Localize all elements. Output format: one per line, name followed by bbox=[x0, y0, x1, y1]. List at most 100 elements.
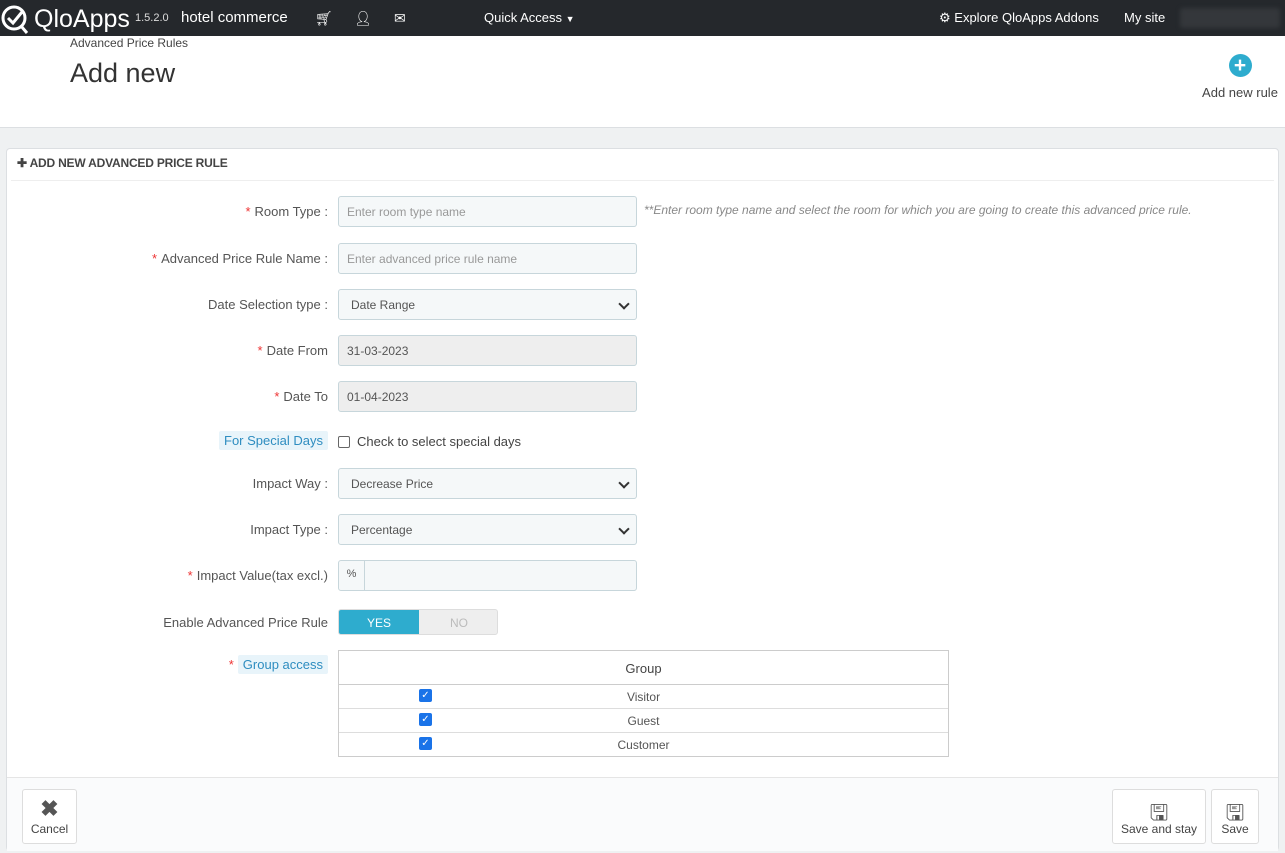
quick-access-label: Quick Access bbox=[484, 10, 563, 25]
special-days-label: For Special Days bbox=[219, 431, 328, 450]
enable-toggle[interactable]: YES NO bbox=[338, 609, 498, 635]
save-button[interactable]: 🖫 Save bbox=[1211, 789, 1259, 844]
plus-icon: ✚ bbox=[17, 156, 27, 170]
group-name: Guest bbox=[627, 714, 660, 728]
impact-value-row: * Impact Value(tax excl.) % bbox=[7, 560, 1280, 591]
group-checkbox[interactable]: ✓ bbox=[419, 713, 432, 726]
table-row: ✓ Visitor bbox=[339, 685, 948, 709]
top-navbar: QloApps 1.5.2.0 hotel commerce 🛒︎ 👤︎ ✉︎ … bbox=[0, 0, 1285, 36]
user-icon[interactable]: 👤︎ bbox=[354, 10, 372, 27]
required-mark: * bbox=[152, 251, 158, 266]
add-new-rule-label: Add new rule bbox=[1202, 85, 1278, 100]
enable-row: Enable Advanced Price Rule YES NO bbox=[7, 609, 1280, 640]
date-to-label: * Date To bbox=[274, 389, 328, 404]
shop-name[interactable]: hotel commerce bbox=[181, 9, 288, 26]
panel-footer: ✖ Cancel 🖫 Save and stay 🖫 Save bbox=[7, 777, 1278, 851]
date-selection-label: Date Selection type : bbox=[208, 297, 328, 312]
group-column-header: Group bbox=[339, 651, 948, 685]
impact-way-label: Impact Way : bbox=[252, 476, 328, 491]
group-checkbox[interactable]: ✓ bbox=[419, 737, 432, 750]
date-selection-row: Date Selection type : Date Range bbox=[7, 289, 1280, 320]
required-mark: * bbox=[257, 343, 263, 358]
label-text: Group access bbox=[237, 655, 328, 674]
selected-value: Date Range bbox=[351, 298, 416, 312]
impact-way-row: Impact Way : Decrease Price bbox=[7, 468, 1280, 499]
add-new-rule-button[interactable]: + Add new rule bbox=[1200, 54, 1280, 100]
floppy-disk-icon: 🖫 bbox=[1149, 800, 1169, 825]
rule-name-row: * Advanced Price Rule Name : Enter advanc… bbox=[7, 243, 1280, 274]
rule-name-label: * Advanced Price Rule Name : bbox=[152, 251, 328, 266]
date-from-row: * Date From 31-03-2023 bbox=[7, 335, 1280, 366]
table-row: ✓ Customer bbox=[339, 733, 948, 757]
date-from-input[interactable]: 31-03-2023 bbox=[338, 335, 637, 366]
room-type-hint: **Enter room type name and select the ro… bbox=[644, 203, 1192, 217]
explore-addons-link[interactable]: ⚙ Explore QloApps Addons bbox=[939, 10, 1099, 26]
special-days-row: For Special Days Check to select special… bbox=[7, 428, 1280, 459]
breadcrumb[interactable]: Advanced Price Rules bbox=[70, 36, 188, 50]
label-text: Impact Value(tax excl.) bbox=[196, 568, 328, 583]
puzzle-icon: ⚙ bbox=[939, 10, 951, 25]
date-to-row: * Date To 01-04-2023 bbox=[7, 381, 1280, 412]
room-type-input[interactable]: Enter room type name bbox=[338, 196, 637, 227]
cancel-label: Cancel bbox=[30, 822, 69, 836]
group-name: Visitor bbox=[626, 690, 661, 704]
special-days-checkbox[interactable] bbox=[338, 436, 350, 448]
group-table: Group ✓ Visitor ✓ Guest ✓ Customer bbox=[338, 650, 949, 757]
date-to-input[interactable]: 01-04-2023 bbox=[338, 381, 637, 412]
required-mark: * bbox=[187, 568, 193, 583]
logo-check-icon bbox=[1, 5, 29, 34]
special-days-checkbox-label[interactable]: Check to select special days bbox=[357, 434, 521, 449]
required-mark: * bbox=[274, 389, 280, 404]
percent-addon: % bbox=[339, 561, 365, 590]
floppy-disk-icon: 🖫 bbox=[1225, 800, 1245, 825]
table-row: ✓ Guest bbox=[339, 709, 948, 733]
impact-way-select[interactable]: Decrease Price bbox=[338, 468, 637, 499]
panel-title: ADD NEW ADVANCED PRICE RULE bbox=[29, 156, 228, 170]
date-from-label: * Date From bbox=[258, 343, 328, 358]
toggle-yes[interactable]: YES bbox=[339, 610, 419, 634]
label-text: Date From bbox=[266, 343, 328, 358]
room-type-row: * Room Type : Enter room type name **Ente… bbox=[7, 196, 1280, 227]
label-text: Advanced Price Rule Name : bbox=[161, 251, 328, 266]
impact-value-input-group: % bbox=[338, 560, 637, 591]
selected-value: Decrease Price bbox=[351, 477, 434, 491]
qloapps-logo[interactable]: QloApps bbox=[0, 3, 130, 35]
rule-name-input[interactable]: Enter advanced price rule name bbox=[338, 243, 637, 274]
selected-value: Percentage bbox=[351, 523, 413, 537]
save-and-stay-label: Save and stay bbox=[1120, 822, 1198, 836]
group-access-label: * Group access bbox=[228, 655, 328, 674]
toggle-no[interactable]: NO bbox=[419, 610, 497, 634]
plus-circle-icon: + bbox=[1228, 54, 1252, 77]
group-name: Customer bbox=[617, 738, 670, 752]
envelope-icon[interactable]: ✉︎ bbox=[394, 10, 406, 27]
page-header: Advanced Price Rules Add new + Add new r… bbox=[0, 36, 1285, 128]
cart-icon[interactable]: 🛒︎ bbox=[315, 10, 333, 27]
brand-name: QloApps bbox=[34, 4, 130, 33]
form-panel: ✚ ADD NEW ADVANCED PRICE RULE * Room Type… bbox=[6, 148, 1279, 851]
employee-menu[interactable] bbox=[1180, 8, 1280, 28]
impact-value-input[interactable] bbox=[366, 561, 636, 590]
save-label: Save bbox=[1221, 822, 1249, 836]
group-checkbox[interactable]: ✓ bbox=[419, 689, 432, 702]
impact-type-label: Impact Type : bbox=[250, 522, 328, 537]
close-icon: ✖ bbox=[40, 796, 59, 821]
caret-down-icon: ▼ bbox=[565, 14, 575, 24]
label-text: Date To bbox=[283, 389, 328, 404]
panel-heading: ✚ ADD NEW ADVANCED PRICE RULE bbox=[17, 156, 228, 170]
my-site-link[interactable]: My site bbox=[1124, 10, 1165, 25]
required-mark: * bbox=[228, 657, 234, 672]
cancel-button[interactable]: ✖ Cancel bbox=[22, 789, 77, 844]
room-type-label: * Room Type : bbox=[245, 204, 328, 219]
version: 1.5.2.0 bbox=[135, 12, 169, 24]
impact-value-label: * Impact Value(tax excl.) bbox=[188, 568, 328, 583]
impact-type-select[interactable]: Percentage bbox=[338, 514, 637, 545]
quick-access-dropdown[interactable]: Quick Access ▼ bbox=[484, 10, 575, 25]
label-text: For Special Days bbox=[219, 431, 328, 450]
required-mark: * bbox=[245, 204, 251, 219]
enable-label: Enable Advanced Price Rule bbox=[163, 615, 328, 630]
date-selection-select[interactable]: Date Range bbox=[338, 289, 637, 320]
save-and-stay-button[interactable]: 🖫 Save and stay bbox=[1112, 789, 1206, 844]
divider bbox=[11, 180, 1274, 181]
explore-label: Explore QloApps Addons bbox=[954, 10, 1099, 25]
page-title: Add new bbox=[70, 58, 176, 88]
